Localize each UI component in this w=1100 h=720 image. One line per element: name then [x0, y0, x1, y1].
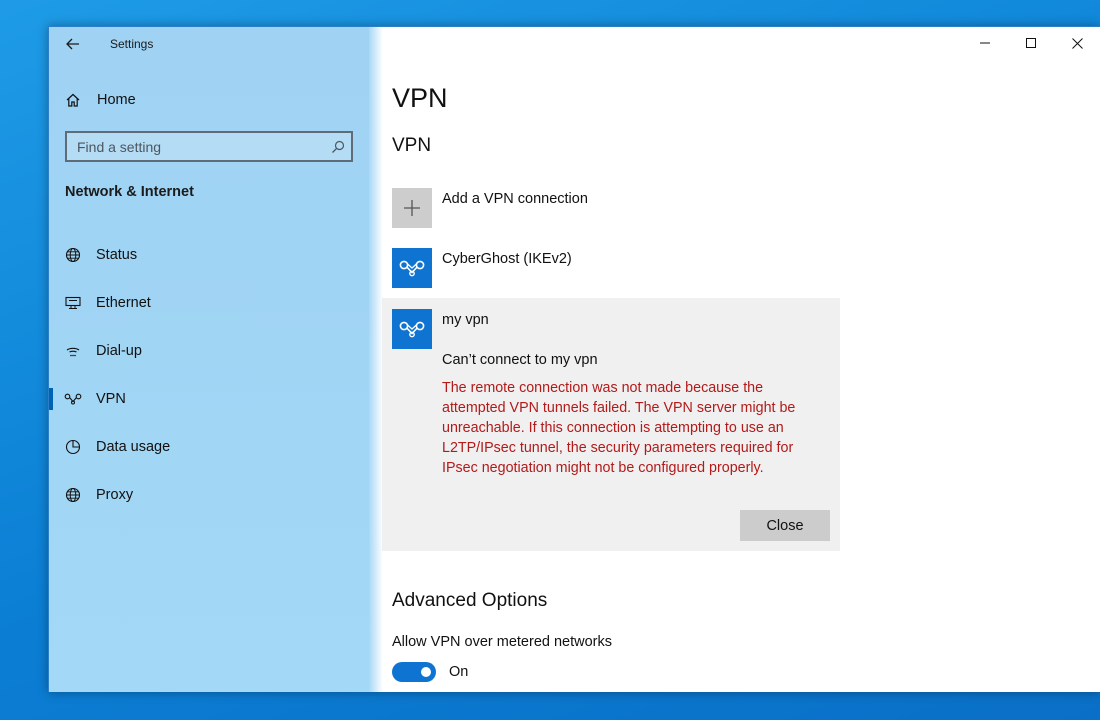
- main-content: VPN VPN Add a VPN connection CyberGhost …: [382, 27, 1100, 692]
- vpn-connection-name: my vpn: [442, 312, 489, 328]
- globe-icon: [63, 487, 83, 503]
- search-input[interactable]: [77, 138, 325, 155]
- sidebar-item-label: VPN: [96, 391, 126, 407]
- home-label: Home: [97, 92, 136, 108]
- vpn-tile: [392, 309, 432, 349]
- ethernet-icon: [63, 296, 83, 310]
- sidebar-item-dialup[interactable]: Dial-up: [49, 327, 369, 375]
- home-icon: [63, 92, 83, 108]
- vpn-connection-item[interactable]: CyberGhost (IKEv2): [392, 248, 572, 288]
- settings-window: Settings Home Network & Internet: [48, 26, 1100, 692]
- sidebar-item-status[interactable]: Status: [49, 231, 369, 279]
- sidebar-item-label: Proxy: [96, 487, 134, 503]
- sidebar-item-home[interactable]: Home: [63, 87, 136, 113]
- connection-status: Can’t connect to my vpn: [442, 352, 598, 368]
- sidebar-item-label: Data usage: [96, 439, 171, 455]
- globe-icon: [63, 247, 83, 263]
- vpn-icon: [399, 260, 425, 277]
- sidebar-item-label: Status: [96, 247, 138, 263]
- sidebar-item-vpn[interactable]: VPN: [49, 375, 369, 423]
- search-icon[interactable]: [325, 140, 351, 154]
- sidebar-nav: Status Ethernet Dial-up VPN Data usage P…: [49, 231, 369, 519]
- vpn-tile: [392, 248, 432, 288]
- add-vpn-connection-button[interactable]: Add a VPN connection: [392, 188, 588, 228]
- section-title: VPN: [392, 135, 432, 156]
- app-title: Settings: [110, 37, 154, 51]
- vpn-connection-name: CyberGhost (IKEv2): [442, 251, 572, 267]
- metered-networks-label: Allow VPN over metered networks: [392, 634, 612, 650]
- toggle-state-label: On: [449, 664, 469, 680]
- search-box[interactable]: [65, 131, 353, 162]
- title-bar: Settings: [49, 27, 369, 61]
- close-button[interactable]: Close: [740, 510, 830, 541]
- advanced-options-title: Advanced Options: [392, 590, 548, 611]
- vpn-icon: [399, 321, 425, 338]
- error-message: The remote connection was not made becau…: [442, 380, 796, 476]
- back-button[interactable]: [59, 33, 87, 55]
- add-tile: [392, 188, 432, 228]
- page-title: VPN: [392, 83, 448, 113]
- sidebar-item-ethernet[interactable]: Ethernet: [49, 279, 369, 327]
- sidebar: Settings Home Network & Internet: [49, 27, 383, 692]
- data-usage-icon: [63, 439, 83, 455]
- sidebar-item-data-usage[interactable]: Data usage: [49, 423, 369, 471]
- sidebar-item-label: Dial-up: [96, 343, 142, 359]
- back-arrow-icon: [66, 38, 79, 50]
- dialup-icon: [63, 344, 83, 358]
- plus-icon: [404, 200, 420, 216]
- sidebar-item-proxy[interactable]: Proxy: [49, 471, 369, 519]
- sidebar-item-label: Ethernet: [96, 295, 151, 311]
- sidebar-section-title: Network & Internet: [65, 184, 194, 200]
- vpn-connection-error-card[interactable]: my vpn Can’t connect to my vpn The remot…: [382, 298, 840, 551]
- add-vpn-label: Add a VPN connection: [442, 191, 588, 207]
- metered-networks-toggle-row: On: [392, 662, 468, 682]
- vpn-icon: [63, 393, 83, 405]
- metered-networks-toggle[interactable]: [392, 662, 436, 682]
